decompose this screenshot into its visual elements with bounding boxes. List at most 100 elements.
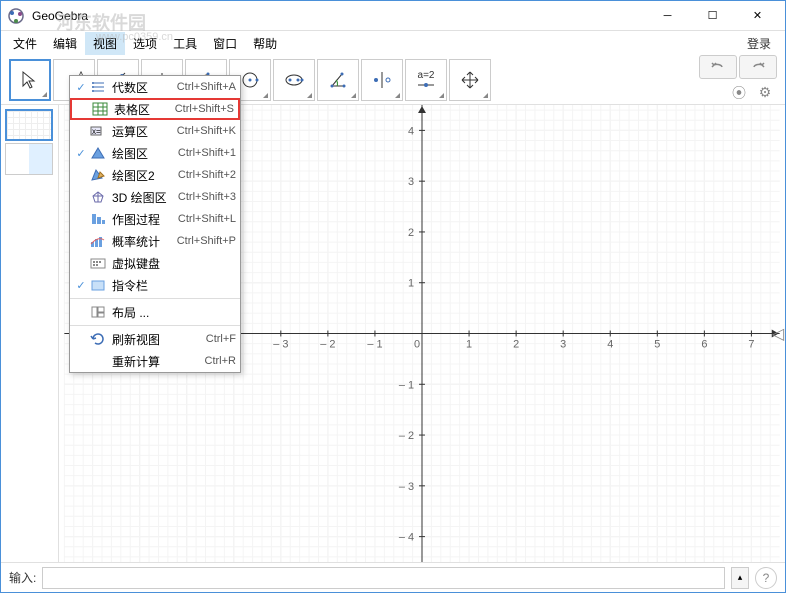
chevron-left-icon: ◁	[772, 324, 784, 344]
slider-icon	[416, 81, 436, 89]
view-menu-item-1[interactable]: 表格区Ctrl+Shift+S	[70, 98, 240, 120]
view-menu-item-11[interactable]: 布局 ...	[70, 301, 240, 323]
tool-move-view[interactable]	[449, 59, 491, 101]
svg-text:– 2: – 2	[320, 338, 335, 350]
menu-view[interactable]: 视图	[85, 32, 125, 55]
svg-text:2: 2	[513, 338, 519, 350]
undo-button[interactable]	[699, 55, 737, 79]
menu-item-icon	[88, 232, 108, 250]
perspective-thumb-1[interactable]	[5, 109, 53, 141]
menu-file[interactable]: 文件	[5, 32, 45, 55]
check-icon: ✓	[74, 81, 88, 94]
menu-item-icon	[88, 166, 108, 184]
menu-item-shortcut: Ctrl+Shift+A	[177, 81, 236, 93]
maximize-button[interactable]: ☐	[690, 1, 735, 31]
view-menu-item-9[interactable]: ✓ 指令栏	[70, 274, 240, 296]
menu-item-icon	[88, 188, 108, 206]
menu-item-icon	[88, 303, 108, 321]
view-menu-item-14[interactable]: 重新计算 Ctrl+R	[70, 350, 240, 372]
perspective-thumb-2[interactable]	[5, 143, 53, 175]
view-menu-item-4[interactable]: 绘图区2Ctrl+Shift+2	[70, 164, 240, 186]
svg-text:0: 0	[414, 338, 420, 350]
view-menu-item-13[interactable]: 刷新视图 Ctrl+F	[70, 328, 240, 350]
pin-button[interactable]: ⦿	[727, 81, 751, 105]
menu-item-icon	[88, 254, 108, 272]
app-icon	[6, 6, 26, 26]
menu-item-shortcut: Ctrl+Shift+L	[178, 213, 236, 225]
titlebar: GeoGebra ─ ☐ ✕	[1, 1, 785, 31]
menu-item-shortcut: Ctrl+Shift+1	[178, 147, 236, 159]
toolbar-right: ⦿ ⚙	[699, 55, 777, 105]
menu-item-shortcut: Ctrl+R	[205, 355, 236, 367]
gear-icon: ⚙	[759, 84, 772, 101]
svg-text:1: 1	[408, 278, 414, 290]
view-menu-item-7[interactable]: 概率统计Ctrl+Shift+P	[70, 230, 240, 252]
login-link[interactable]: 登录	[737, 32, 781, 55]
view-menu-item-6[interactable]: 作图过程 Ctrl+Shift+L	[70, 208, 240, 230]
menu-separator	[70, 325, 240, 326]
chevron-up-icon: ▴	[738, 572, 743, 583]
check-icon: ✓	[74, 279, 88, 292]
side-panel-handle[interactable]: ◁	[773, 324, 783, 344]
svg-text:6: 6	[701, 338, 707, 350]
menu-edit[interactable]: 编辑	[45, 32, 85, 55]
view-menu-item-0[interactable]: ✓ 代数区 Ctrl+Shift+A	[70, 76, 240, 98]
view-menu-item-5[interactable]: 3D 绘图区 Ctrl+Shift+3	[70, 186, 240, 208]
menu-item-shortcut: Ctrl+Shift+3	[178, 191, 236, 203]
menu-item-label: 重新计算	[112, 353, 197, 370]
menu-item-label: 虚拟键盘	[112, 255, 228, 272]
svg-text:– 1: – 1	[367, 338, 382, 350]
menu-item-label: 刷新视图	[112, 331, 198, 348]
input-history-button[interactable]: ▴	[731, 567, 749, 589]
slider-label: a=2	[418, 70, 435, 81]
menu-item-label: 表格区	[114, 101, 167, 118]
settings-button[interactable]: ⚙	[753, 81, 777, 105]
menu-tools[interactable]: 工具	[165, 32, 205, 55]
menu-item-label: 指令栏	[112, 277, 228, 294]
tool-move[interactable]	[9, 59, 51, 101]
angle-icon	[328, 70, 348, 90]
menu-item-label: 运算区	[112, 123, 169, 140]
menu-item-icon	[90, 100, 110, 118]
view-menu-item-2[interactable]: x=运算区Ctrl+Shift+K	[70, 120, 240, 142]
menu-window[interactable]: 窗口	[205, 32, 245, 55]
menu-item-shortcut: Ctrl+F	[206, 333, 236, 345]
input-label: 输入:	[9, 569, 36, 586]
menu-item-shortcut: Ctrl+Shift+2	[178, 169, 236, 181]
menu-item-icon	[88, 276, 108, 294]
svg-text:4: 4	[607, 338, 613, 350]
svg-text:7: 7	[748, 338, 754, 350]
ellipse-icon	[284, 70, 304, 90]
menu-options[interactable]: 选项	[125, 32, 165, 55]
close-button[interactable]: ✕	[735, 1, 780, 31]
tool-slider[interactable]: a=2	[405, 59, 447, 101]
menu-item-label: 概率统计	[112, 233, 169, 250]
svg-text:– 2: – 2	[399, 430, 414, 442]
undo-icon	[710, 61, 726, 73]
move-view-icon	[460, 70, 480, 90]
check-icon: ✓	[74, 147, 88, 160]
tool-angle[interactable]	[317, 59, 359, 101]
menu-item-label: 代数区	[112, 79, 169, 96]
command-input[interactable]	[42, 567, 725, 589]
menu-item-icon	[88, 330, 108, 348]
menu-item-label: 布局 ...	[112, 304, 228, 321]
menu-item-icon	[88, 144, 108, 162]
svg-text:4: 4	[408, 125, 414, 137]
view-menu-item-3[interactable]: ✓绘图区Ctrl+Shift+1	[70, 142, 240, 164]
tool-ellipse[interactable]	[273, 59, 315, 101]
menu-help[interactable]: 帮助	[245, 32, 285, 55]
cursor-icon	[20, 70, 40, 90]
tool-reflect[interactable]	[361, 59, 403, 101]
svg-text:1: 1	[466, 338, 472, 350]
view-menu-dropdown: ✓ 代数区 Ctrl+Shift+A 表格区Ctrl+Shift+Sx=运算区Ctrl…	[69, 75, 241, 373]
pin-icon: ⦿	[732, 83, 746, 103]
menu-item-label: 作图过程	[112, 211, 170, 228]
view-menu-item-8[interactable]: 虚拟键盘	[70, 252, 240, 274]
svg-text:5: 5	[654, 338, 660, 350]
svg-text:– 4: – 4	[399, 532, 414, 544]
input-help-button[interactable]: ?	[755, 567, 777, 589]
redo-button[interactable]	[739, 55, 777, 79]
minimize-button[interactable]: ─	[645, 1, 690, 31]
menu-item-label: 3D 绘图区	[112, 189, 170, 206]
